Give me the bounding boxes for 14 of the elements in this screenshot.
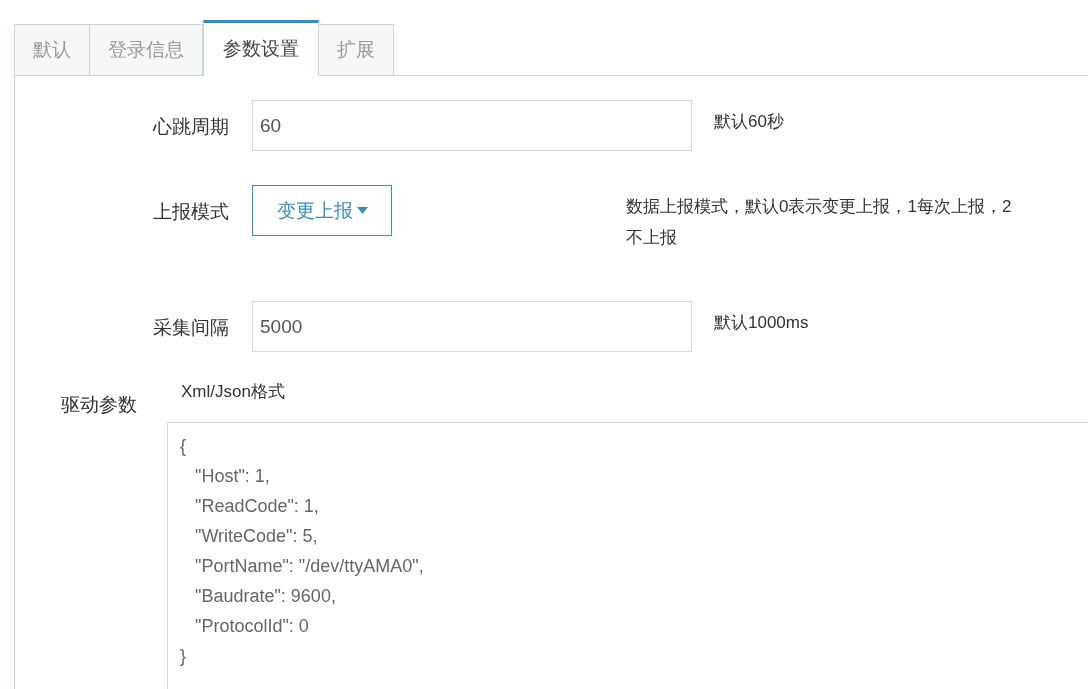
tab[interactable]: 参数设置 [203, 20, 319, 76]
field-label: 驱动参数 [61, 393, 137, 417]
input-field[interactable]: 60 [252, 100, 692, 151]
field-hint: 默认60秒 [714, 111, 785, 133]
field-label: 心跳周期 [152, 115, 229, 139]
field-hint: 数据上报模式，默认0表示变更上报，1每次上报，2不上报 [626, 196, 1013, 249]
field-label: 采集间隔 [152, 316, 229, 340]
dropdown-button[interactable]: 变更上报 [252, 185, 392, 236]
field-label: 上报模式 [152, 200, 229, 224]
json-editor[interactable]: { "Host": 1, "ReadCode": 1, "WriteCode": 5, "PortName": "/dev/ttyAMA0", "Baudrate": 9600, "ProtocolId": 0 } [167, 422, 1088, 689]
caret-icon [356, 207, 368, 214]
input-field[interactable]: 5000 [252, 301, 692, 352]
field-hint: 默认1000ms [714, 312, 810, 334]
format-hint: Xml/Json格式 [181, 381, 285, 403]
